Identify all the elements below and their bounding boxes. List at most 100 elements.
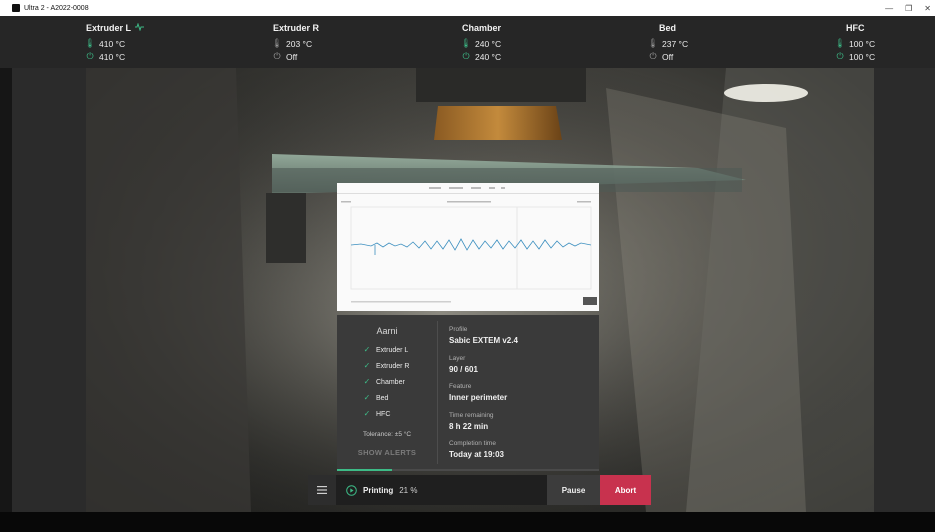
time-remaining-field: Time remaining 8 h 22 min	[449, 412, 494, 431]
temp-current: 240 °C	[475, 38, 502, 49]
temp-name-container: Extruder L	[86, 22, 206, 33]
temp-current-row: 🌡︎ 237 °C	[647, 37, 769, 50]
thermometer-icon: 🌡︎	[460, 38, 472, 48]
sensor-checks: Aarni ✓ Extruder L ✓ Extruder R ✓ Chambe…	[337, 315, 437, 470]
temp-current: 237 °C	[662, 38, 689, 49]
checkmark-icon: ✓	[363, 361, 371, 370]
temp-current-row: 🌡︎ 240 °C	[460, 37, 582, 50]
print-progress-fill	[337, 469, 393, 471]
power-icon: ⏻	[86, 51, 94, 61]
power-icon: ⏻	[462, 51, 470, 61]
power-icon: ⏻	[273, 51, 281, 61]
check-label: Bed	[376, 394, 389, 402]
temperature-bar: Extruder L 🌡︎ 410 °C ⏻ 410 °C Extruder R…	[0, 16, 935, 68]
play-circle-icon	[346, 484, 357, 496]
check-item: ✓ Extruder R	[363, 361, 410, 370]
temp-target-row: ⏻ 410 °C	[86, 50, 206, 63]
completion-value: Today at 19:03	[449, 450, 504, 459]
checkmark-icon: ✓	[363, 345, 371, 354]
print-progress-bar	[337, 469, 599, 471]
check-label: Chamber	[376, 378, 405, 386]
print-info-panel: Aarni ✓ Extruder L ✓ Extruder R ✓ Chambe…	[337, 315, 599, 470]
thermometer-icon: 🌡︎	[647, 38, 659, 48]
status-label: Printing	[363, 485, 394, 495]
thermometer-icon: 🌡︎	[271, 38, 283, 48]
close-icon[interactable]: ✕	[924, 4, 931, 13]
checkmark-icon: ✓	[363, 409, 371, 418]
check-label: HFC	[376, 410, 391, 418]
check-item: ✓ Chamber	[363, 378, 405, 386]
thermometer-icon: 🌡︎	[84, 38, 96, 48]
temp-bed[interactable]: Bed 🌡︎ 237 °C ⏻ Off	[647, 23, 769, 63]
profile-value: Sabic EXTEM v2.4	[449, 336, 518, 345]
temp-current-row: 🌡︎ 203 °C	[271, 37, 393, 50]
feature-field: Feature Inner perimeter	[449, 383, 507, 402]
layer-value: 90 / 601	[449, 365, 478, 374]
temp-name: Bed	[659, 23, 677, 33]
window-titlebar: Ultra 2 - A2022-0008 — ❐ ✕	[0, 0, 935, 16]
temp-target-row: ⏻ Off	[273, 50, 393, 63]
checkmark-icon: ✓	[363, 393, 371, 402]
temp-target: Off	[662, 51, 674, 62]
pause-button[interactable]: Pause	[547, 475, 600, 505]
time-remaining-label: Time remaining	[449, 412, 494, 419]
temp-target-row: ⏻ 240 °C	[462, 50, 582, 63]
thermometer-icon: 🌡︎	[834, 38, 846, 48]
window-title: Ultra 2 - A2022-0008	[24, 4, 89, 12]
temp-current: 100 °C	[849, 38, 876, 49]
temp-name: HFC	[846, 23, 865, 33]
completion-label: Completion time	[449, 440, 496, 447]
show-alerts-button[interactable]: SHOW ALERTS	[337, 448, 437, 457]
print-status[interactable]: Printing 21 %	[336, 475, 547, 505]
check-item: ✓ Bed	[363, 393, 389, 402]
power-icon: ⏻	[836, 51, 844, 61]
temp-target-row: ⏻ Off	[649, 50, 769, 63]
temp-name-container: Chamber	[462, 23, 582, 33]
check-label: Extruder L	[376, 346, 409, 354]
temp-current: 410 °C	[99, 38, 126, 49]
temp-name: Chamber	[462, 23, 502, 33]
maximize-icon[interactable]: ❐	[905, 4, 912, 13]
menu-button[interactable]	[308, 475, 336, 505]
temp-name: Extruder R	[273, 23, 320, 33]
profile-label: Profile	[449, 326, 468, 333]
window-controls: — ❐ ✕	[885, 0, 931, 16]
temp-current: 203 °C	[286, 38, 313, 49]
check-item: ✓ HFC	[363, 409, 391, 418]
temp-hfc[interactable]: HFC 🌡︎ 100 °C ⏻ 100 °C	[834, 23, 931, 63]
temp-target: 240 °C	[475, 51, 502, 62]
layer-label: Layer	[449, 355, 466, 362]
checkmark-icon: ✓	[363, 377, 371, 386]
temp-target: 100 °C	[849, 51, 876, 62]
temp-extruder-r[interactable]: Extruder R 🌡︎ 203 °C ⏻ Off	[271, 23, 393, 63]
abort-button[interactable]: Abort	[600, 475, 651, 505]
temp-name: Extruder L	[86, 23, 132, 33]
check-item: ✓ Extruder L	[363, 345, 409, 354]
pulse-icon	[135, 22, 145, 33]
print-control-bar: Printing 21 % Pause Abort	[308, 475, 651, 505]
progress-percent: 21 %	[399, 485, 418, 495]
layer-field: Layer 90 / 601	[449, 355, 478, 374]
right-margin	[874, 68, 935, 512]
feature-label: Feature	[449, 383, 472, 390]
power-icon: ⏻	[649, 51, 657, 61]
temp-current-row: 🌡︎ 100 °C	[834, 37, 931, 50]
temp-name-container: HFC	[836, 23, 931, 33]
printer-name: Aarni	[376, 326, 398, 336]
temp-current-row: 🌡︎ 410 °C	[84, 37, 206, 50]
minimize-icon[interactable]: —	[885, 4, 893, 13]
chart-preview[interactable]	[337, 183, 599, 311]
temp-target: Off	[286, 51, 298, 62]
temp-target: 410 °C	[99, 51, 126, 62]
feature-value: Inner perimeter	[449, 393, 508, 402]
temp-chamber[interactable]: Chamber 🌡︎ 240 °C ⏻ 240 °C	[460, 23, 582, 63]
check-label: Extruder R	[376, 362, 410, 370]
left-margin	[12, 68, 86, 512]
temp-target-row: ⏻ 100 °C	[836, 50, 931, 63]
bottom-bar	[0, 512, 935, 532]
temp-extruder-l[interactable]: Extruder L 🌡︎ 410 °C ⏻ 410 °C	[84, 22, 206, 63]
tolerance-text: Tolerance: ±5 °C	[362, 431, 412, 438]
app-icon	[12, 4, 20, 12]
chart-plot	[341, 187, 597, 305]
panel-divider	[437, 321, 438, 464]
